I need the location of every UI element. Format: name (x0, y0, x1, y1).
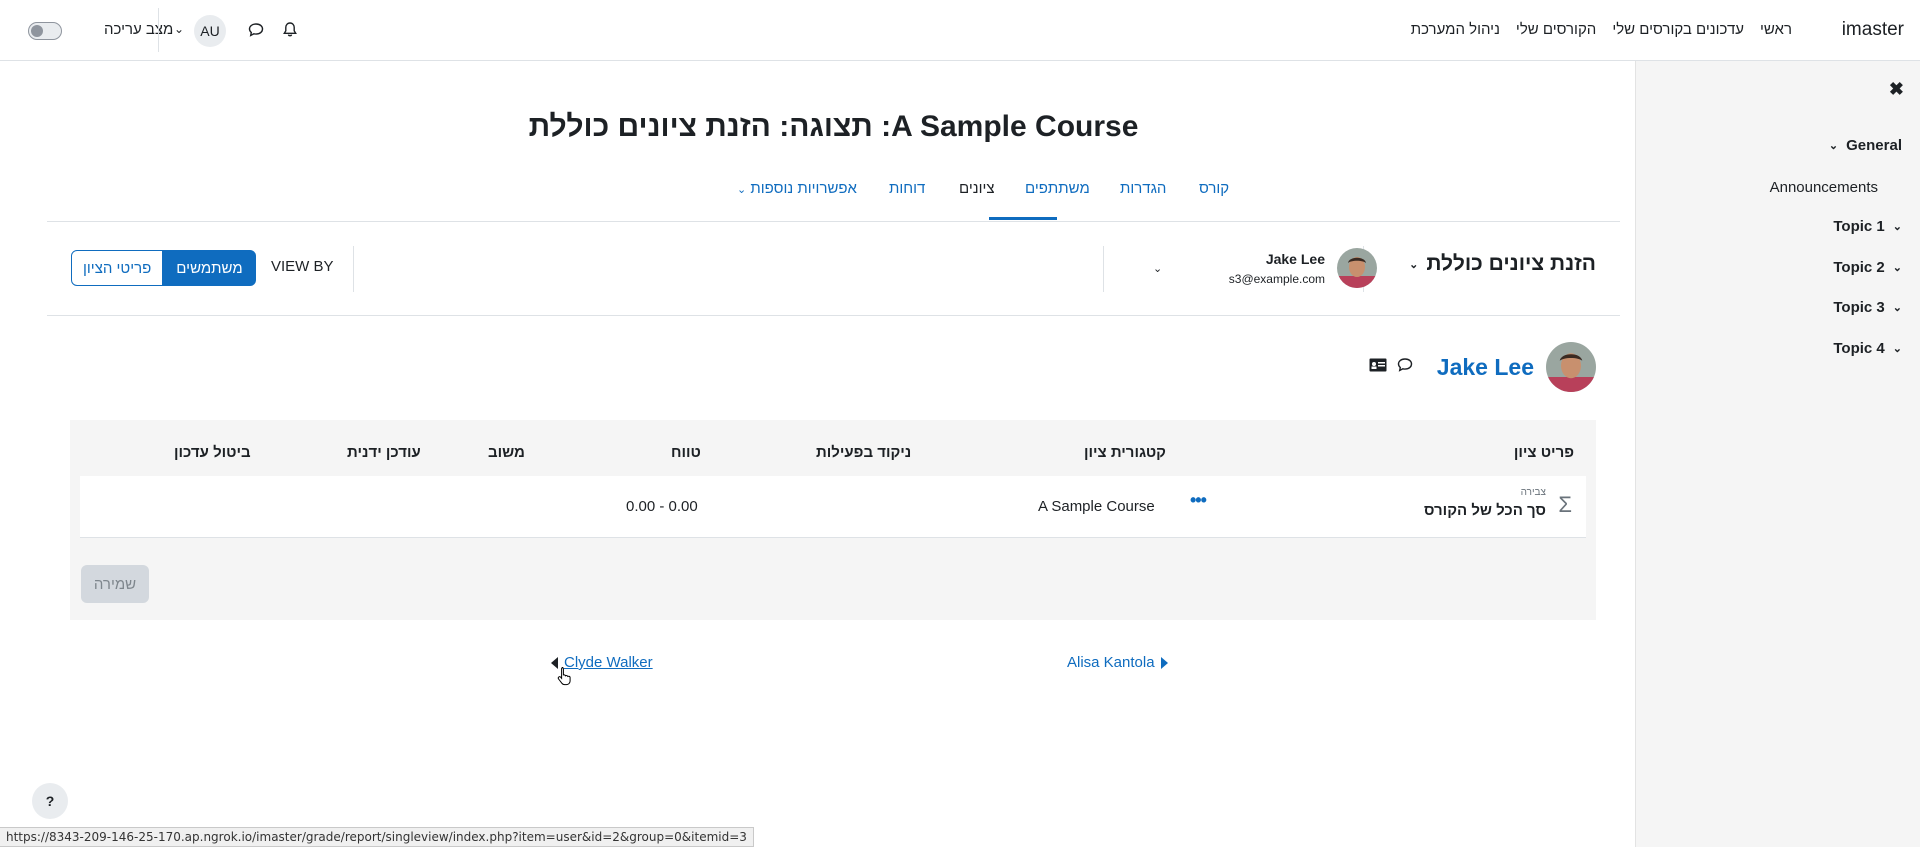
grade-range-value: 0.00 - 0.00 (626, 498, 698, 515)
messages-icon[interactable] (248, 22, 264, 42)
chevron-down-icon[interactable]: ⌄ (1893, 301, 1902, 314)
view-by-users-button[interactable]: משתמשים (163, 250, 256, 286)
toolbar-divider (1103, 246, 1104, 292)
grade-category-value: A Sample Course (1038, 498, 1155, 515)
column-header-overridden: עודכן ידנית (347, 444, 421, 461)
user-avatar (1337, 248, 1377, 288)
more-actions-icon[interactable]: ••• (1190, 490, 1207, 511)
user-heading: Jake Lee (1369, 342, 1596, 392)
column-header-grade-category: קטגורית ציון (1083, 444, 1166, 461)
tab-course[interactable]: קורס (1199, 180, 1229, 197)
view-by-grade-items-button[interactable]: פריטי הציון (71, 250, 164, 286)
primary-navigation: ראשי עדכונים בקורסים שלי הקורסים שלי ניה… (1395, 21, 1792, 38)
section-label: General (1846, 137, 1902, 154)
drawer-item-announcements[interactable]: Announcements (1770, 179, 1878, 196)
sigma-icon: Σ (1558, 492, 1572, 517)
item-type-label: צבירה (1520, 487, 1546, 498)
nav-item-my-courses[interactable]: הקורסים שלי (1516, 21, 1596, 38)
view-by-label: VIEW BY (271, 258, 334, 275)
report-selector[interactable]: הזנת ציונים כוללת ⌄ (1409, 252, 1596, 276)
tab-more-label: אפשרויות נוספות (750, 180, 857, 197)
table-row: Σ צבירה סך הכל של הקורס ••• A Sample Cou… (80, 476, 1586, 538)
drawer-section-topic-2[interactable]: ⌄ Topic 2 (1833, 259, 1902, 276)
section-label: Topic 4 (1833, 340, 1885, 357)
user-menu-avatar[interactable]: AU (194, 15, 226, 47)
selected-user-name: Jake Lee (1265, 251, 1325, 267)
chevron-down-icon: ⌄ (1409, 258, 1419, 271)
grade-item-name: סך הכל של הקורס (1424, 502, 1546, 519)
column-header-activity-score: ניקוד בפעילות (816, 444, 912, 461)
next-user-link[interactable]: Alisa Kantola (1067, 654, 1168, 671)
chevron-down-icon[interactable]: ⌄ (1829, 139, 1838, 152)
section-label: Topic 2 (1833, 259, 1885, 276)
selected-user-email: s3@example.com (1228, 272, 1325, 286)
nav-item-home[interactable]: ראשי (1760, 21, 1792, 38)
save-button[interactable]: שמירה (81, 565, 149, 603)
column-header-exclude: ביטול עדכון (174, 444, 251, 461)
caret-right-icon (1160, 656, 1168, 669)
help-button[interactable]: ? (32, 783, 68, 819)
chevron-down-icon: ⌄ (737, 184, 747, 196)
chevron-down-icon[interactable]: ⌄ (1893, 342, 1902, 355)
close-drawer-icon[interactable]: ✖ (1889, 79, 1904, 100)
status-bar-url: https://8343-209-146-25-170.ap.ngrok.io/… (0, 827, 754, 847)
chevron-down-icon: ⌄ (1153, 263, 1163, 275)
nav-item-site-admin[interactable]: ניהול המערכת (1411, 21, 1500, 38)
message-icon[interactable] (1397, 357, 1413, 377)
tab-grades[interactable]: ציונים (959, 180, 995, 197)
view-by-toggle: פריטי הציון משתמשים (71, 250, 256, 286)
previous-user-name: Clyde Walker (564, 654, 653, 671)
user-profile-card-icon[interactable] (1369, 358, 1387, 376)
user-avatar[interactable] (1546, 342, 1596, 392)
tab-reports[interactable]: דוחות (889, 180, 925, 197)
drawer-section-general[interactable]: General ⌄ (1829, 137, 1902, 154)
user-heading-name[interactable]: Jake Lee (1437, 354, 1534, 381)
drawer-section-topic-3[interactable]: ⌄ Topic 3 (1833, 299, 1902, 316)
navbar-divider (158, 8, 159, 52)
hand-cursor-icon (557, 666, 573, 690)
toolbar-divider (353, 246, 354, 292)
nav-item-course-updates[interactable]: עדכונים בקורסים שלי (1612, 21, 1744, 38)
section-label: Topic 3 (1833, 299, 1885, 316)
drawer-section-topic-4[interactable]: ⌄ Topic 4 (1833, 340, 1902, 357)
secondary-navigation: קורס הגדרות משתתפים ציונים דוחות ⌄ אפשרו… (47, 162, 1620, 222)
tab-more[interactable]: ⌄ אפשרויות נוספות (737, 180, 857, 197)
user-heading-actions (1369, 357, 1413, 377)
course-index-drawer: ✖ General ⌄ Announcements ⌄ Topic 1 ⌄ To… (1635, 61, 1920, 847)
chevron-down-icon[interactable]: ⌄ (1893, 220, 1902, 233)
grade-report-toolbar: הזנת ציונים כוללת ⌄ Jake Lee s3@example.… (47, 222, 1620, 316)
user-selector[interactable]: Jake Lee s3@example.com ⌄ (1147, 248, 1377, 292)
top-navbar: imaster ראשי עדכונים בקורסים שלי הקורסים… (0, 0, 1920, 61)
tab-participants[interactable]: משתתפים (1025, 180, 1090, 197)
edit-mode-toggle[interactable] (28, 22, 62, 40)
navbar-user-area: מצב עריכה ⌄ AU (0, 0, 320, 61)
section-label: Topic 1 (1833, 218, 1885, 235)
active-tab-indicator (989, 217, 1057, 220)
chevron-down-icon[interactable]: ⌄ (1893, 261, 1902, 274)
edit-mode-label: מצב עריכה (104, 21, 174, 38)
column-header-grade-item: פריט ציון (1513, 444, 1574, 461)
page-title: A Sample Course: תצוגה: הזנת ציונים כולל… (528, 110, 1139, 143)
chevron-down-icon[interactable]: ⌄ (174, 22, 184, 36)
report-selector-label: הזנת ציונים כוללת (1426, 252, 1596, 275)
notifications-bell-icon[interactable] (282, 21, 298, 42)
drawer-section-topic-1[interactable]: ⌄ Topic 1 (1833, 218, 1902, 235)
tab-settings[interactable]: הגדרות (1120, 180, 1166, 197)
column-header-feedback: משוב (488, 444, 525, 461)
column-header-range: טווח (671, 444, 701, 461)
single-view-grade-form: פריט ציון קטגורית ציון ניקוד בפעילות טוו… (70, 420, 1596, 620)
site-brand[interactable]: imaster (1842, 19, 1904, 41)
next-user-name: Alisa Kantola (1067, 654, 1155, 671)
